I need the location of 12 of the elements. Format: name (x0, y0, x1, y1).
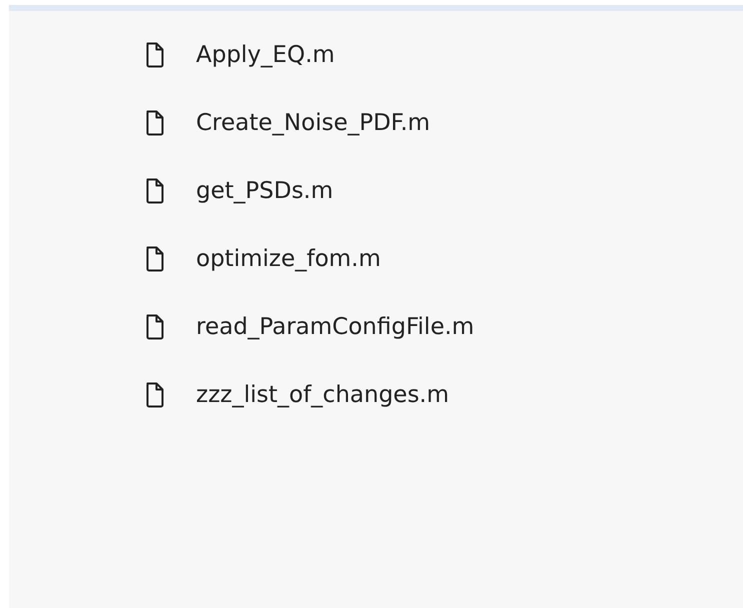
file-link[interactable]: read_ParamConfigFile.m (196, 312, 474, 342)
file-icon (145, 42, 165, 68)
file-icon (145, 382, 165, 408)
file-icon (145, 110, 165, 136)
file-link[interactable]: zzz_list_of_changes.m (196, 380, 450, 410)
file-link[interactable]: Apply_EQ.m (196, 40, 335, 70)
file-link[interactable]: Create_Noise_PDF.m (196, 108, 430, 138)
file-link[interactable]: optimize_fom.m (196, 244, 381, 274)
file-icon (145, 178, 165, 204)
file-icon (145, 314, 165, 340)
file-icon (145, 246, 165, 272)
file-link[interactable]: get_PSDs.m (196, 176, 334, 206)
